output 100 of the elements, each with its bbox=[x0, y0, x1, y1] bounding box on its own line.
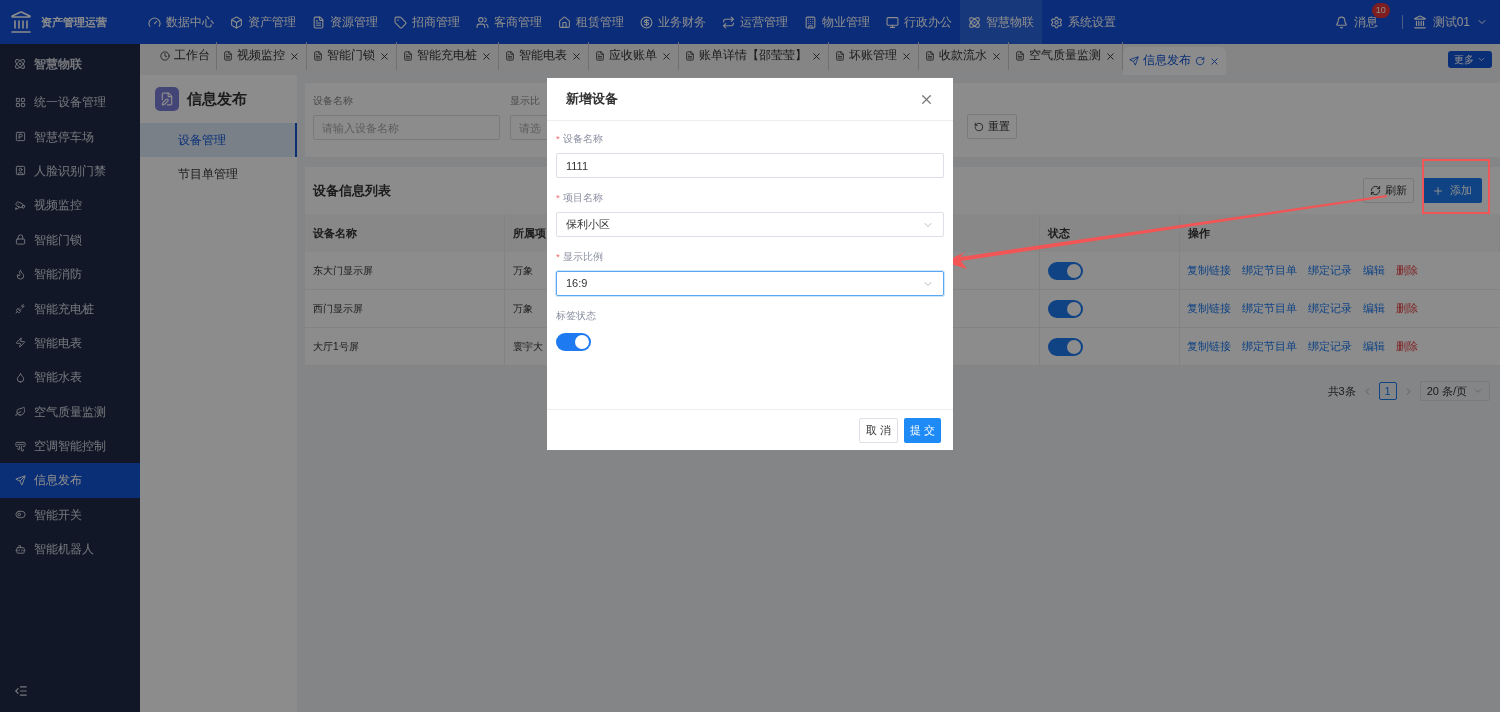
text-field[interactable]: 1111 bbox=[556, 153, 944, 178]
page-number[interactable]: 1 bbox=[1378, 382, 1397, 400]
sub-sidebar-item[interactable]: 设备管理 bbox=[140, 123, 297, 157]
person-card-icon bbox=[15, 165, 26, 177]
house-icon bbox=[558, 15, 571, 29]
close-icon[interactable] bbox=[1209, 55, 1220, 67]
building-icon bbox=[804, 15, 817, 29]
sidebar-item[interactable]: 智能机器人 bbox=[0, 532, 140, 567]
page-tab[interactable]: 工作台 bbox=[154, 42, 217, 70]
field-label: 显示比例 bbox=[562, 249, 603, 264]
field-label: 设备名称 bbox=[313, 94, 353, 108]
toggle-icon bbox=[15, 509, 26, 521]
sub-sidebar-item[interactable]: 节目单管理 bbox=[140, 157, 297, 191]
page-tab[interactable]: 智能充电桩 bbox=[397, 42, 499, 70]
toggle-switch[interactable] bbox=[1048, 261, 1083, 280]
action-link[interactable]: 复制链接 bbox=[1187, 338, 1231, 355]
document-icon bbox=[925, 51, 935, 61]
refresh-icon bbox=[1370, 185, 1381, 196]
action-link[interactable]: 复制链接 bbox=[1187, 262, 1231, 279]
action-link[interactable]: 编辑 bbox=[1363, 262, 1385, 279]
parking-icon bbox=[15, 131, 26, 143]
action-link[interactable]: 绑定节目单 bbox=[1242, 262, 1297, 279]
close-icon[interactable] bbox=[1105, 50, 1116, 62]
page-tab[interactable]: 应收账单 bbox=[589, 42, 679, 70]
sidebar-item[interactable]: 智慧停车场 bbox=[0, 119, 140, 154]
user-menu[interactable]: 测试01 bbox=[1412, 13, 1488, 31]
send-icon bbox=[15, 475, 26, 486]
select-field[interactable]: 保利小区 bbox=[556, 212, 944, 237]
sidebar-item[interactable]: 智能消防 bbox=[0, 256, 140, 292]
close-icon[interactable] bbox=[661, 50, 672, 62]
sidebar-item[interactable]: 智能水表 bbox=[0, 360, 140, 395]
close-icon[interactable] bbox=[481, 50, 492, 62]
nav-item[interactable]: 智慧物联 bbox=[960, 0, 1042, 44]
sidebar-item[interactable]: 信息发布 bbox=[0, 463, 140, 498]
action-link[interactable]: 编辑 bbox=[1363, 300, 1385, 317]
sidebar-item[interactable]: 人脸识别门禁 bbox=[0, 153, 140, 189]
table-title: 设备信息列表 bbox=[313, 181, 391, 200]
close-icon[interactable] bbox=[571, 50, 582, 62]
collapse-menu-icon[interactable] bbox=[14, 684, 28, 698]
close-icon[interactable] bbox=[811, 50, 822, 62]
more-button[interactable]: 更多 bbox=[1448, 50, 1492, 68]
add-button[interactable]: 添加 bbox=[1422, 178, 1482, 203]
document-icon bbox=[313, 51, 323, 61]
page-tab[interactable]: 视频监控 bbox=[217, 42, 307, 70]
field-label: 标签状态 bbox=[556, 308, 596, 323]
action-link[interactable]: 绑定节目单 bbox=[1242, 338, 1297, 355]
robot-icon bbox=[15, 543, 26, 555]
document-icon bbox=[403, 51, 413, 61]
page-tab[interactable]: 信息发布 bbox=[1123, 47, 1226, 75]
action-link[interactable]: 删除 bbox=[1396, 338, 1418, 355]
repeat-icon bbox=[722, 15, 735, 29]
toggle-switch[interactable] bbox=[1048, 299, 1083, 318]
sidebar-item[interactable]: 智能充电桩 bbox=[0, 291, 140, 326]
page-tab[interactable]: 智能门锁 bbox=[307, 42, 397, 70]
document-icon bbox=[835, 51, 845, 61]
lock-icon bbox=[15, 234, 26, 246]
action-link[interactable]: 编辑 bbox=[1363, 338, 1385, 355]
action-link[interactable]: 复制链接 bbox=[1187, 300, 1231, 317]
toggle-switch[interactable] bbox=[556, 333, 591, 351]
cancel-button[interactable]: 取 消 bbox=[858, 417, 898, 443]
close-icon[interactable] bbox=[289, 50, 300, 62]
camera-icon bbox=[15, 199, 26, 211]
bell-icon bbox=[1334, 15, 1348, 29]
close-icon[interactable] bbox=[379, 50, 390, 62]
action-link[interactable]: 删除 bbox=[1396, 262, 1418, 279]
page-tab[interactable]: 智能电表 bbox=[499, 42, 589, 70]
sidebar-item[interactable]: 智能门锁 bbox=[0, 222, 140, 257]
action-link[interactable]: 绑定记录 bbox=[1308, 300, 1352, 317]
sidebar-item[interactable]: 智能电表 bbox=[0, 325, 140, 361]
atom-icon bbox=[14, 58, 26, 70]
action-link[interactable]: 绑定记录 bbox=[1308, 338, 1352, 355]
reset-button[interactable]: 重置 bbox=[967, 114, 1017, 139]
total-count: 共3条 bbox=[1327, 383, 1356, 399]
page-tab[interactable]: 收款流水 bbox=[919, 42, 1009, 70]
bolt-icon bbox=[15, 337, 26, 349]
submit-button[interactable]: 提 交 bbox=[903, 417, 941, 443]
toggle-switch[interactable] bbox=[1048, 337, 1083, 356]
select-field[interactable]: 16:9 bbox=[556, 271, 944, 296]
page-tab[interactable]: 坏账管理 bbox=[829, 42, 919, 70]
dialog-title: 新增设备 bbox=[566, 90, 618, 109]
required-mark: * bbox=[556, 249, 560, 264]
close-icon[interactable] bbox=[901, 50, 912, 62]
table-cell: 大厅1号屏 bbox=[305, 328, 505, 366]
action-link[interactable]: 绑定记录 bbox=[1308, 262, 1352, 279]
reload-icon[interactable] bbox=[1195, 56, 1205, 66]
bank-icon bbox=[1412, 15, 1427, 29]
page-size-select[interactable]: 20 条/页 bbox=[1419, 381, 1490, 401]
page-tab[interactable]: 账单详情【邵莹莹】 bbox=[679, 42, 829, 70]
clock-icon bbox=[160, 51, 170, 61]
sidebar-item[interactable]: 视频监控 bbox=[0, 188, 140, 223]
refresh-button[interactable]: 刷新 bbox=[1363, 178, 1414, 203]
droplet-icon bbox=[15, 371, 26, 383]
sidebar-item[interactable]: 统一设备管理 bbox=[0, 85, 140, 120]
action-link[interactable]: 删除 bbox=[1396, 300, 1418, 317]
sidebar-item[interactable]: 空气质量监测 bbox=[0, 394, 140, 429]
close-icon[interactable] bbox=[991, 50, 1002, 62]
document-icon bbox=[505, 51, 515, 61]
document-icon bbox=[595, 51, 605, 61]
action-link[interactable]: 绑定节目单 bbox=[1242, 300, 1297, 317]
table-cell: 东大门显示屏 bbox=[305, 252, 505, 290]
